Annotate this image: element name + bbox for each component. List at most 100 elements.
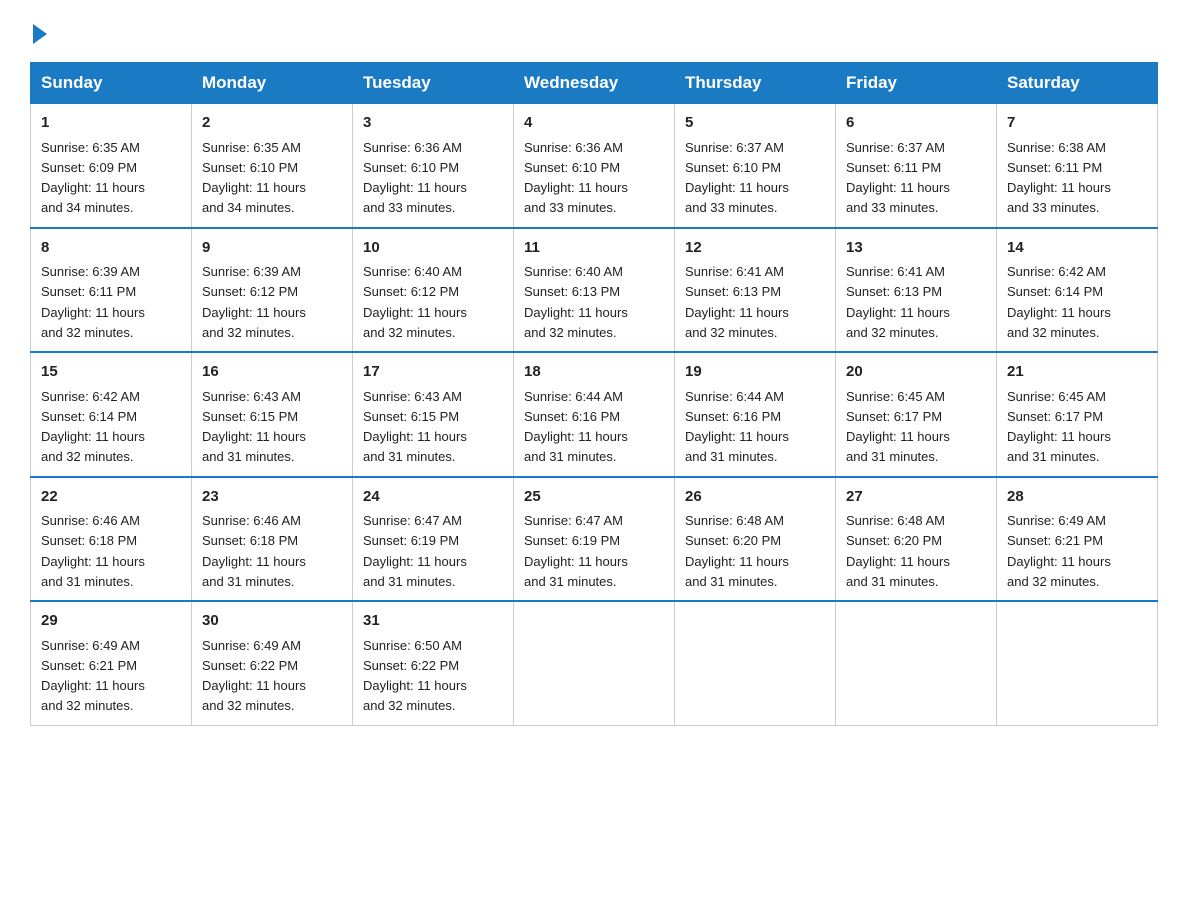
day-info: Sunrise: 6:40 AMSunset: 6:12 PMDaylight:… [363, 264, 467, 340]
day-info: Sunrise: 6:45 AMSunset: 6:17 PMDaylight:… [846, 389, 950, 465]
day-number: 30 [202, 610, 342, 633]
day-number: 19 [685, 361, 825, 384]
day-number: 14 [1007, 237, 1147, 260]
day-number: 21 [1007, 361, 1147, 384]
day-number: 15 [41, 361, 181, 384]
day-info: Sunrise: 6:50 AMSunset: 6:22 PMDaylight:… [363, 638, 467, 714]
day-cell: 2 Sunrise: 6:35 AMSunset: 6:10 PMDayligh… [192, 104, 353, 228]
day-number: 6 [846, 112, 986, 135]
day-cell: 22 Sunrise: 6:46 AMSunset: 6:18 PMDaylig… [31, 477, 192, 602]
day-info: Sunrise: 6:46 AMSunset: 6:18 PMDaylight:… [202, 513, 306, 589]
day-number: 27 [846, 486, 986, 509]
day-cell: 29 Sunrise: 6:49 AMSunset: 6:21 PMDaylig… [31, 601, 192, 725]
page-header [30, 20, 1158, 44]
day-cell: 24 Sunrise: 6:47 AMSunset: 6:19 PMDaylig… [353, 477, 514, 602]
day-number: 8 [41, 237, 181, 260]
header-row: SundayMondayTuesdayWednesdayThursdayFrid… [31, 63, 1158, 104]
header-cell-tuesday: Tuesday [353, 63, 514, 104]
day-info: Sunrise: 6:43 AMSunset: 6:15 PMDaylight:… [363, 389, 467, 465]
day-number: 4 [524, 112, 664, 135]
day-info: Sunrise: 6:47 AMSunset: 6:19 PMDaylight:… [524, 513, 628, 589]
day-cell: 14 Sunrise: 6:42 AMSunset: 6:14 PMDaylig… [997, 228, 1158, 353]
day-cell: 10 Sunrise: 6:40 AMSunset: 6:12 PMDaylig… [353, 228, 514, 353]
day-number: 2 [202, 112, 342, 135]
day-cell: 25 Sunrise: 6:47 AMSunset: 6:19 PMDaylig… [514, 477, 675, 602]
day-cell: 21 Sunrise: 6:45 AMSunset: 6:17 PMDaylig… [997, 352, 1158, 477]
day-info: Sunrise: 6:44 AMSunset: 6:16 PMDaylight:… [524, 389, 628, 465]
day-cell [514, 601, 675, 725]
day-info: Sunrise: 6:39 AMSunset: 6:11 PMDaylight:… [41, 264, 145, 340]
day-cell: 13 Sunrise: 6:41 AMSunset: 6:13 PMDaylig… [836, 228, 997, 353]
day-cell [675, 601, 836, 725]
day-number: 26 [685, 486, 825, 509]
day-cell: 11 Sunrise: 6:40 AMSunset: 6:13 PMDaylig… [514, 228, 675, 353]
day-number: 28 [1007, 486, 1147, 509]
day-cell: 7 Sunrise: 6:38 AMSunset: 6:11 PMDayligh… [997, 104, 1158, 228]
week-row-1: 1 Sunrise: 6:35 AMSunset: 6:09 PMDayligh… [31, 104, 1158, 228]
day-number: 13 [846, 237, 986, 260]
day-cell: 30 Sunrise: 6:49 AMSunset: 6:22 PMDaylig… [192, 601, 353, 725]
day-cell: 20 Sunrise: 6:45 AMSunset: 6:17 PMDaylig… [836, 352, 997, 477]
logo-arrow-icon [33, 24, 47, 44]
day-info: Sunrise: 6:41 AMSunset: 6:13 PMDaylight:… [846, 264, 950, 340]
day-cell: 9 Sunrise: 6:39 AMSunset: 6:12 PMDayligh… [192, 228, 353, 353]
day-cell: 18 Sunrise: 6:44 AMSunset: 6:16 PMDaylig… [514, 352, 675, 477]
day-info: Sunrise: 6:48 AMSunset: 6:20 PMDaylight:… [685, 513, 789, 589]
day-number: 31 [363, 610, 503, 633]
day-cell: 17 Sunrise: 6:43 AMSunset: 6:15 PMDaylig… [353, 352, 514, 477]
day-number: 3 [363, 112, 503, 135]
week-row-5: 29 Sunrise: 6:49 AMSunset: 6:21 PMDaylig… [31, 601, 1158, 725]
day-info: Sunrise: 6:46 AMSunset: 6:18 PMDaylight:… [41, 513, 145, 589]
day-info: Sunrise: 6:49 AMSunset: 6:22 PMDaylight:… [202, 638, 306, 714]
day-info: Sunrise: 6:36 AMSunset: 6:10 PMDaylight:… [363, 140, 467, 216]
day-info: Sunrise: 6:41 AMSunset: 6:13 PMDaylight:… [685, 264, 789, 340]
calendar-table: SundayMondayTuesdayWednesdayThursdayFrid… [30, 62, 1158, 726]
day-number: 9 [202, 237, 342, 260]
day-cell [836, 601, 997, 725]
header-cell-thursday: Thursday [675, 63, 836, 104]
day-info: Sunrise: 6:49 AMSunset: 6:21 PMDaylight:… [1007, 513, 1111, 589]
day-cell: 26 Sunrise: 6:48 AMSunset: 6:20 PMDaylig… [675, 477, 836, 602]
day-number: 11 [524, 237, 664, 260]
day-number: 7 [1007, 112, 1147, 135]
header-cell-saturday: Saturday [997, 63, 1158, 104]
day-number: 12 [685, 237, 825, 260]
week-row-3: 15 Sunrise: 6:42 AMSunset: 6:14 PMDaylig… [31, 352, 1158, 477]
day-number: 17 [363, 361, 503, 384]
day-cell: 3 Sunrise: 6:36 AMSunset: 6:10 PMDayligh… [353, 104, 514, 228]
day-cell: 16 Sunrise: 6:43 AMSunset: 6:15 PMDaylig… [192, 352, 353, 477]
day-cell: 27 Sunrise: 6:48 AMSunset: 6:20 PMDaylig… [836, 477, 997, 602]
day-info: Sunrise: 6:49 AMSunset: 6:21 PMDaylight:… [41, 638, 145, 714]
day-info: Sunrise: 6:43 AMSunset: 6:15 PMDaylight:… [202, 389, 306, 465]
week-row-2: 8 Sunrise: 6:39 AMSunset: 6:11 PMDayligh… [31, 228, 1158, 353]
day-info: Sunrise: 6:39 AMSunset: 6:12 PMDaylight:… [202, 264, 306, 340]
day-cell: 31 Sunrise: 6:50 AMSunset: 6:22 PMDaylig… [353, 601, 514, 725]
header-cell-monday: Monday [192, 63, 353, 104]
day-info: Sunrise: 6:48 AMSunset: 6:20 PMDaylight:… [846, 513, 950, 589]
day-info: Sunrise: 6:37 AMSunset: 6:11 PMDaylight:… [846, 140, 950, 216]
day-cell: 28 Sunrise: 6:49 AMSunset: 6:21 PMDaylig… [997, 477, 1158, 602]
day-number: 20 [846, 361, 986, 384]
header-cell-sunday: Sunday [31, 63, 192, 104]
day-info: Sunrise: 6:37 AMSunset: 6:10 PMDaylight:… [685, 140, 789, 216]
day-info: Sunrise: 6:38 AMSunset: 6:11 PMDaylight:… [1007, 140, 1111, 216]
day-cell: 15 Sunrise: 6:42 AMSunset: 6:14 PMDaylig… [31, 352, 192, 477]
day-number: 22 [41, 486, 181, 509]
day-cell: 6 Sunrise: 6:37 AMSunset: 6:11 PMDayligh… [836, 104, 997, 228]
day-info: Sunrise: 6:42 AMSunset: 6:14 PMDaylight:… [1007, 264, 1111, 340]
day-number: 23 [202, 486, 342, 509]
day-info: Sunrise: 6:36 AMSunset: 6:10 PMDaylight:… [524, 140, 628, 216]
day-cell: 19 Sunrise: 6:44 AMSunset: 6:16 PMDaylig… [675, 352, 836, 477]
day-cell: 5 Sunrise: 6:37 AMSunset: 6:10 PMDayligh… [675, 104, 836, 228]
day-info: Sunrise: 6:44 AMSunset: 6:16 PMDaylight:… [685, 389, 789, 465]
day-number: 29 [41, 610, 181, 633]
day-cell: 8 Sunrise: 6:39 AMSunset: 6:11 PMDayligh… [31, 228, 192, 353]
day-info: Sunrise: 6:42 AMSunset: 6:14 PMDaylight:… [41, 389, 145, 465]
day-number: 18 [524, 361, 664, 384]
day-number: 25 [524, 486, 664, 509]
day-cell: 4 Sunrise: 6:36 AMSunset: 6:10 PMDayligh… [514, 104, 675, 228]
day-cell [997, 601, 1158, 725]
day-number: 1 [41, 112, 181, 135]
header-cell-friday: Friday [836, 63, 997, 104]
day-number: 24 [363, 486, 503, 509]
